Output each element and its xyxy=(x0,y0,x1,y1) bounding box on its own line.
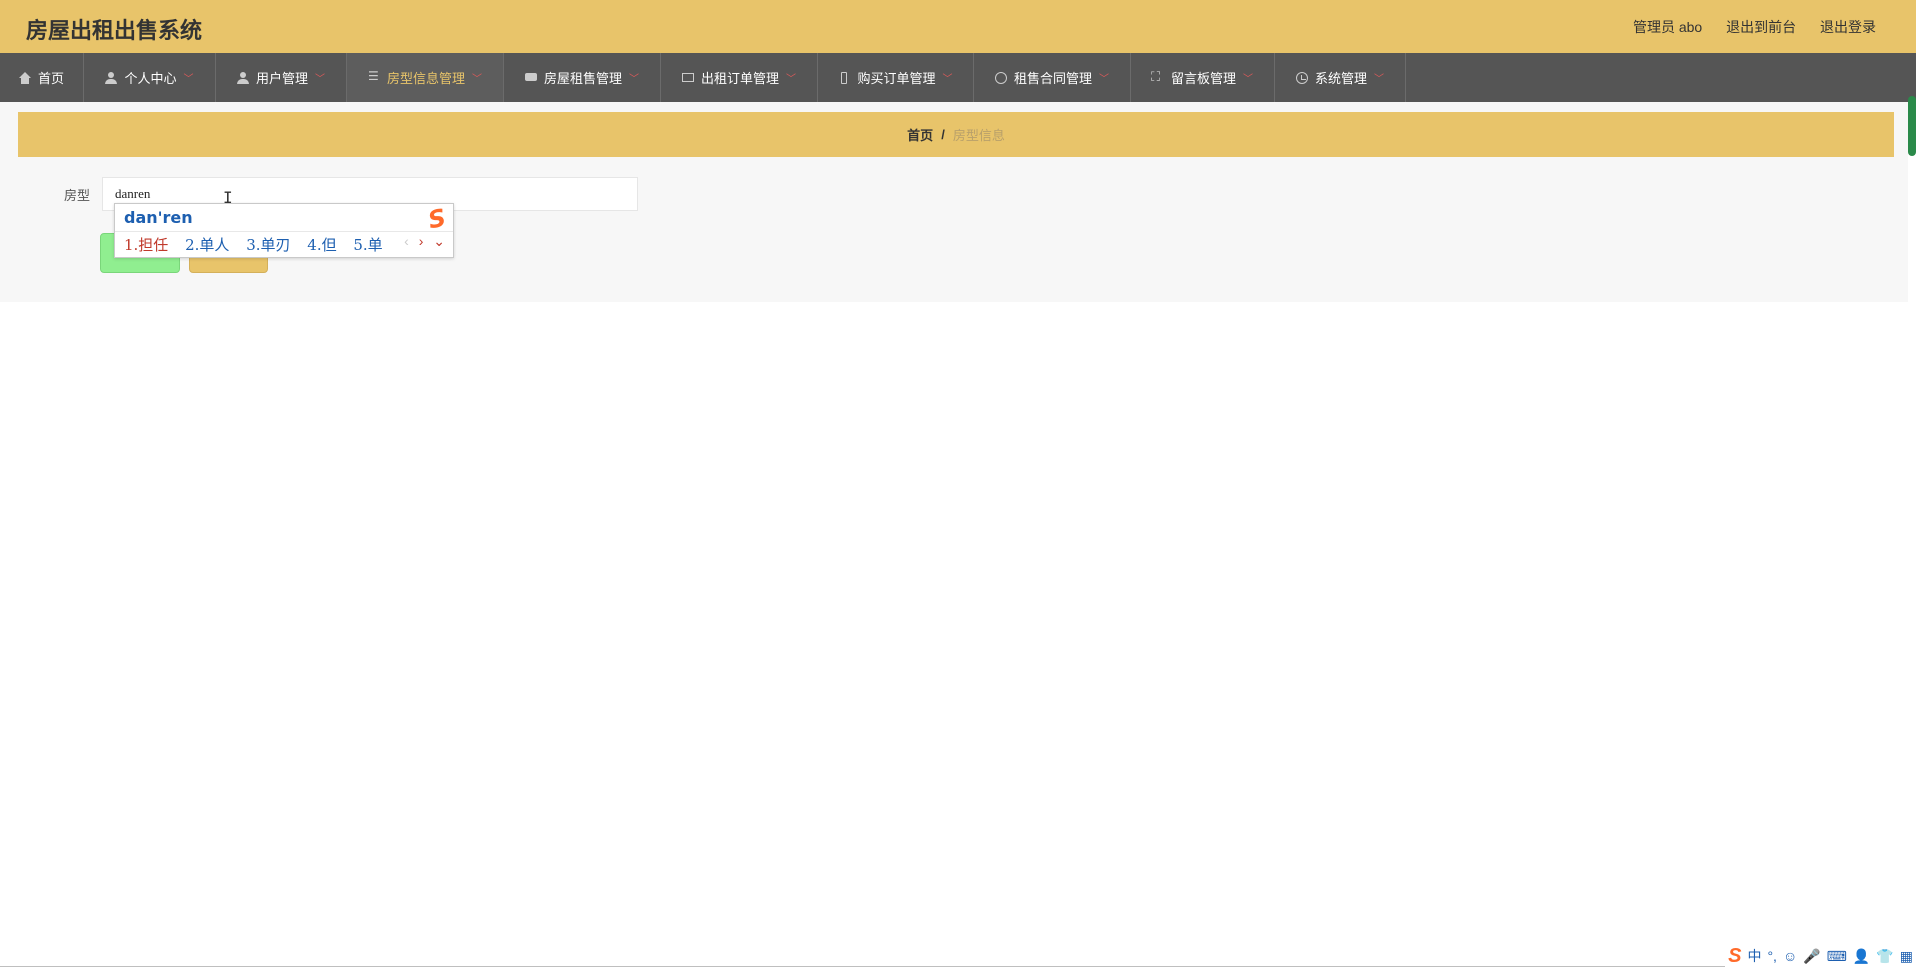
emoji-icon[interactable]: ☺ xyxy=(1783,948,1797,964)
chevron-down-icon: ﹀ xyxy=(1243,74,1253,85)
sogou-tray-logo-icon[interactable]: S xyxy=(1728,945,1741,968)
toolbox-icon[interactable]: ▦ xyxy=(1900,948,1913,965)
ime-candidate-list: 1.担任 2.单人 3.单刃 4.但 5.单 xyxy=(124,234,395,255)
ime-page-nav: ‹ › ⌄ xyxy=(398,233,445,250)
chevron-down-icon: ﹀ xyxy=(472,74,482,85)
nav-label: 个人中心 xyxy=(124,71,177,86)
nav-label: 出租订单管理 xyxy=(700,71,779,86)
expand-icon xyxy=(1151,69,1164,85)
top-links: 管理员 abo 退出到前台 退出登录 xyxy=(1613,17,1876,37)
nav-item-purchase-orders[interactable]: 购买订单管理 ﹀ xyxy=(818,53,974,102)
chevron-down-icon: ﹀ xyxy=(183,74,194,85)
nav-item-contracts[interactable]: 租售合同管理 ﹀ xyxy=(974,53,1131,102)
chinese-mode-icon[interactable]: 中 xyxy=(1747,946,1761,966)
room-type-label: 房型 xyxy=(64,188,91,203)
nav-label: 购买订单管理 xyxy=(857,71,936,86)
ime-candidate[interactable]: 5.单 xyxy=(353,236,382,254)
punctuation-icon[interactable]: °, xyxy=(1767,948,1777,964)
nav-item-room-type-management[interactable]: 房型信息管理 ﹀ xyxy=(347,53,504,102)
ime-next-page-icon[interactable]: › xyxy=(419,233,424,249)
ime-prev-page-icon[interactable]: ‹ xyxy=(404,233,409,249)
nav-label: 用户管理 xyxy=(255,71,308,86)
admin-username: 管理员 abo xyxy=(1632,19,1703,35)
app-title: 房屋出租出售系统 xyxy=(26,18,203,43)
microphone-icon[interactable]: 🎤 xyxy=(1803,948,1820,965)
ime-divider xyxy=(115,231,453,232)
user-icon[interactable]: 👤 xyxy=(1853,948,1870,965)
bottom-divider xyxy=(0,966,1916,967)
nav-item-personal-center[interactable]: 个人中心 ﹀ xyxy=(84,53,216,102)
nav-label: 房屋租售管理 xyxy=(543,71,622,86)
main-content: 首页 / 房型信息 房型 xyxy=(0,102,1908,302)
nav-item-house-rental-sale[interactable]: 房屋租售管理 ﹀ xyxy=(504,53,661,102)
list-icon xyxy=(368,69,380,84)
breadcrumb-separator: / xyxy=(941,127,945,142)
nav-item-home[interactable]: 首页 xyxy=(0,53,84,102)
chat-icon xyxy=(524,72,537,84)
breadcrumb: 首页 / 房型信息 xyxy=(18,112,1894,157)
nav-item-user-management[interactable]: 用户管理 ﹀ xyxy=(216,53,347,102)
nav-label: 租售合同管理 xyxy=(1013,71,1092,86)
skin-icon[interactable]: 👕 xyxy=(1876,948,1893,965)
keyboard-icon[interactable]: ⌨ xyxy=(1827,948,1847,965)
chevron-down-icon: ﹀ xyxy=(786,74,796,85)
ime-composition-text: dan'ren xyxy=(124,208,193,227)
main-nav: 首页 个人中心 ﹀ 用户管理 ﹀ 房型信息管理 ﹀ 房屋租售管理 ﹀ 出租订单管… xyxy=(0,53,1916,102)
chevron-down-icon: ﹀ xyxy=(629,74,639,85)
ime-candidate[interactable]: 3.单刃 xyxy=(246,236,290,254)
chevron-down-icon: ﹀ xyxy=(1374,74,1384,85)
ime-candidate[interactable]: 1.担任 xyxy=(124,236,168,254)
breadcrumb-home[interactable]: 首页 xyxy=(907,125,933,144)
nav-label: 系统管理 xyxy=(1314,71,1367,86)
chevron-down-icon: ﹀ xyxy=(942,74,953,85)
nav-label: 首页 xyxy=(37,71,64,86)
nav-item-system-management[interactable]: 系统管理 ﹀ xyxy=(1275,53,1406,102)
logout-link[interactable]: 退出登录 xyxy=(1820,19,1876,35)
ime-status-bar: S 中 °, ☺ 🎤 ⌨ 👤 👕 ▦ xyxy=(1725,944,1916,968)
sogou-logo-icon: S xyxy=(425,203,449,235)
document-icon xyxy=(681,72,694,84)
ime-expand-icon[interactable]: ⌄ xyxy=(433,233,445,249)
back-to-frontend-link[interactable]: 退出到前台 xyxy=(1726,19,1796,35)
breadcrumb-current: 房型信息 xyxy=(952,128,1005,143)
user-icon xyxy=(105,71,118,84)
nav-item-rental-orders[interactable]: 出租订单管理 ﹀ xyxy=(661,53,818,102)
nav-label: 留言板管理 xyxy=(1170,71,1236,86)
top-header: 房屋出租出售系统 管理员 abo 退出到前台 退出登录 xyxy=(0,0,1916,53)
nav-label: 房型信息管理 xyxy=(386,71,465,86)
chevron-down-icon: ﹀ xyxy=(315,74,325,85)
clock-icon xyxy=(1295,71,1308,84)
ime-candidate-window: dan'ren S 1.担任 2.单人 3.单刃 4.但 5.单 ‹ › ⌄ xyxy=(114,203,454,258)
gauge-icon xyxy=(994,71,1007,84)
nav-item-message-board[interactable]: 留言板管理 ﹀ xyxy=(1131,53,1275,102)
chevron-down-icon: ﹀ xyxy=(1099,74,1109,85)
ime-candidate[interactable]: 4.但 xyxy=(307,236,336,254)
page-scrollbar[interactable] xyxy=(1908,96,1916,156)
phone-icon xyxy=(838,71,850,84)
ime-candidate[interactable]: 2.单人 xyxy=(185,236,229,254)
home-icon xyxy=(18,71,31,84)
user-icon xyxy=(236,71,249,84)
